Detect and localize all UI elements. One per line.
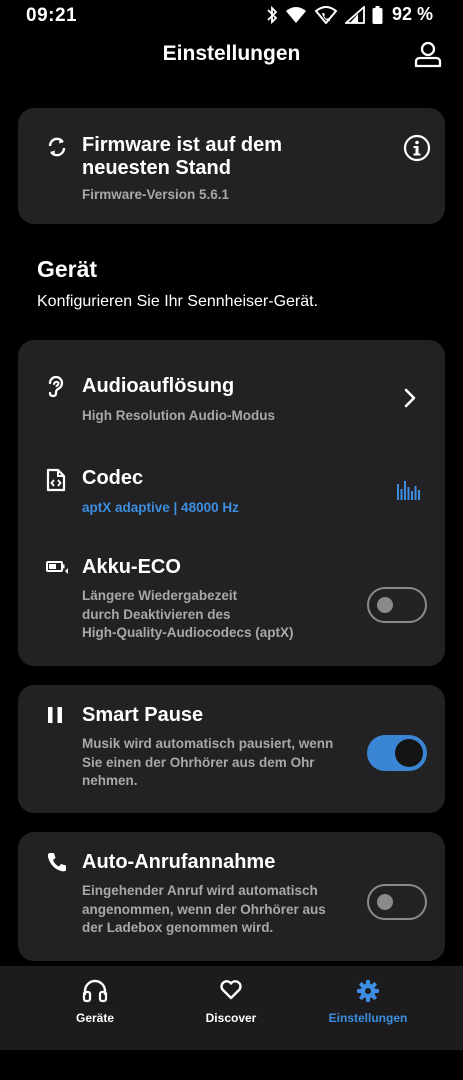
audio-resolution-subtitle: High Resolution Audio-Modus [82, 408, 275, 423]
phone-icon [47, 853, 66, 872]
auto-answer-card: Auto-Anrufannahme Eingehender Anruf wird… [18, 832, 445, 961]
info-icon[interactable] [403, 134, 431, 162]
battery-eco-description: Längere Wiedergabezeit durch Deaktiviere… [82, 588, 294, 640]
smart-pause-card: Smart Pause Musik wird automatisch pausi… [18, 685, 445, 813]
nav-devices[interactable]: Geräte [18, 966, 172, 1050]
page-title: Einstellungen [162, 42, 301, 65]
auto-answer-title: Auto-Anrufannahme [82, 851, 276, 873]
nav-discover[interactable]: Discover [154, 966, 308, 1050]
nav-settings[interactable]: Einstellungen [291, 966, 445, 1050]
nav-settings-label: Einstellungen [328, 1011, 408, 1025]
firmware-status-title: Firmware ist auf dem neuesten Stand [82, 134, 283, 179]
status-icons: 92 % [266, 4, 433, 25]
bluetooth-icon [267, 5, 278, 24]
chevron-right-icon [404, 388, 416, 408]
toggle-knob [395, 739, 423, 767]
battery-eco-toggle[interactable] [367, 587, 427, 623]
audio-bars-icon [397, 481, 420, 500]
headphones-icon [82, 979, 108, 1003]
battery-eco-title: Akku-ECO [82, 556, 181, 578]
code-file-icon [46, 468, 66, 492]
toggle-knob [377, 597, 393, 613]
audio-resolution-title: Audioauflösung [82, 375, 235, 397]
sync-icon [48, 137, 66, 157]
section-subtitle: Konfigurieren Sie Ihr Sennheiser-Gerät. [37, 293, 319, 310]
firmware-card: Firmware ist auf dem neuesten Stand Firm… [18, 108, 445, 224]
status-bar: 09:21 92 % [0, 0, 463, 32]
battery-eco-icon [46, 561, 68, 574]
smart-pause-description: Musik wird automatisch pausiert, wenn Si… [82, 736, 334, 788]
firmware-version: Firmware-Version 5.6.1 [82, 187, 230, 202]
smart-pause-title: Smart Pause [82, 704, 204, 726]
battery-percent: 92 % [391, 4, 433, 24]
gear-icon [357, 980, 379, 1002]
gesture-area [0, 1050, 463, 1080]
bottom-navigation: Geräte Discover Einstellungen [0, 966, 463, 1050]
nav-devices-label: Geräte [75, 1011, 115, 1025]
wifi-calling-icon [314, 5, 338, 24]
pause-icon [48, 707, 62, 723]
section-title: Gerät [37, 256, 98, 282]
wifi-icon [285, 6, 306, 23]
codec-title: Codec [82, 467, 144, 489]
ear-icon [48, 375, 64, 398]
toggle-knob [377, 894, 393, 910]
battery-icon [372, 5, 383, 24]
codec-value: aptX adaptive | 48000 Hz [82, 500, 239, 515]
device-settings-card: Audioauflösung High Resolution Audio-Mod… [18, 340, 445, 666]
auto-answer-toggle[interactable] [367, 884, 427, 920]
signal-icon [344, 5, 365, 24]
auto-answer-description: Eingehender Anruf wird automatisch angen… [82, 883, 326, 935]
nav-discover-label: Discover [205, 1011, 257, 1025]
person-icon[interactable] [413, 40, 443, 70]
smart-pause-toggle[interactable] [367, 735, 427, 771]
heart-icon [220, 980, 242, 1000]
status-time: 09:21 [26, 5, 78, 26]
